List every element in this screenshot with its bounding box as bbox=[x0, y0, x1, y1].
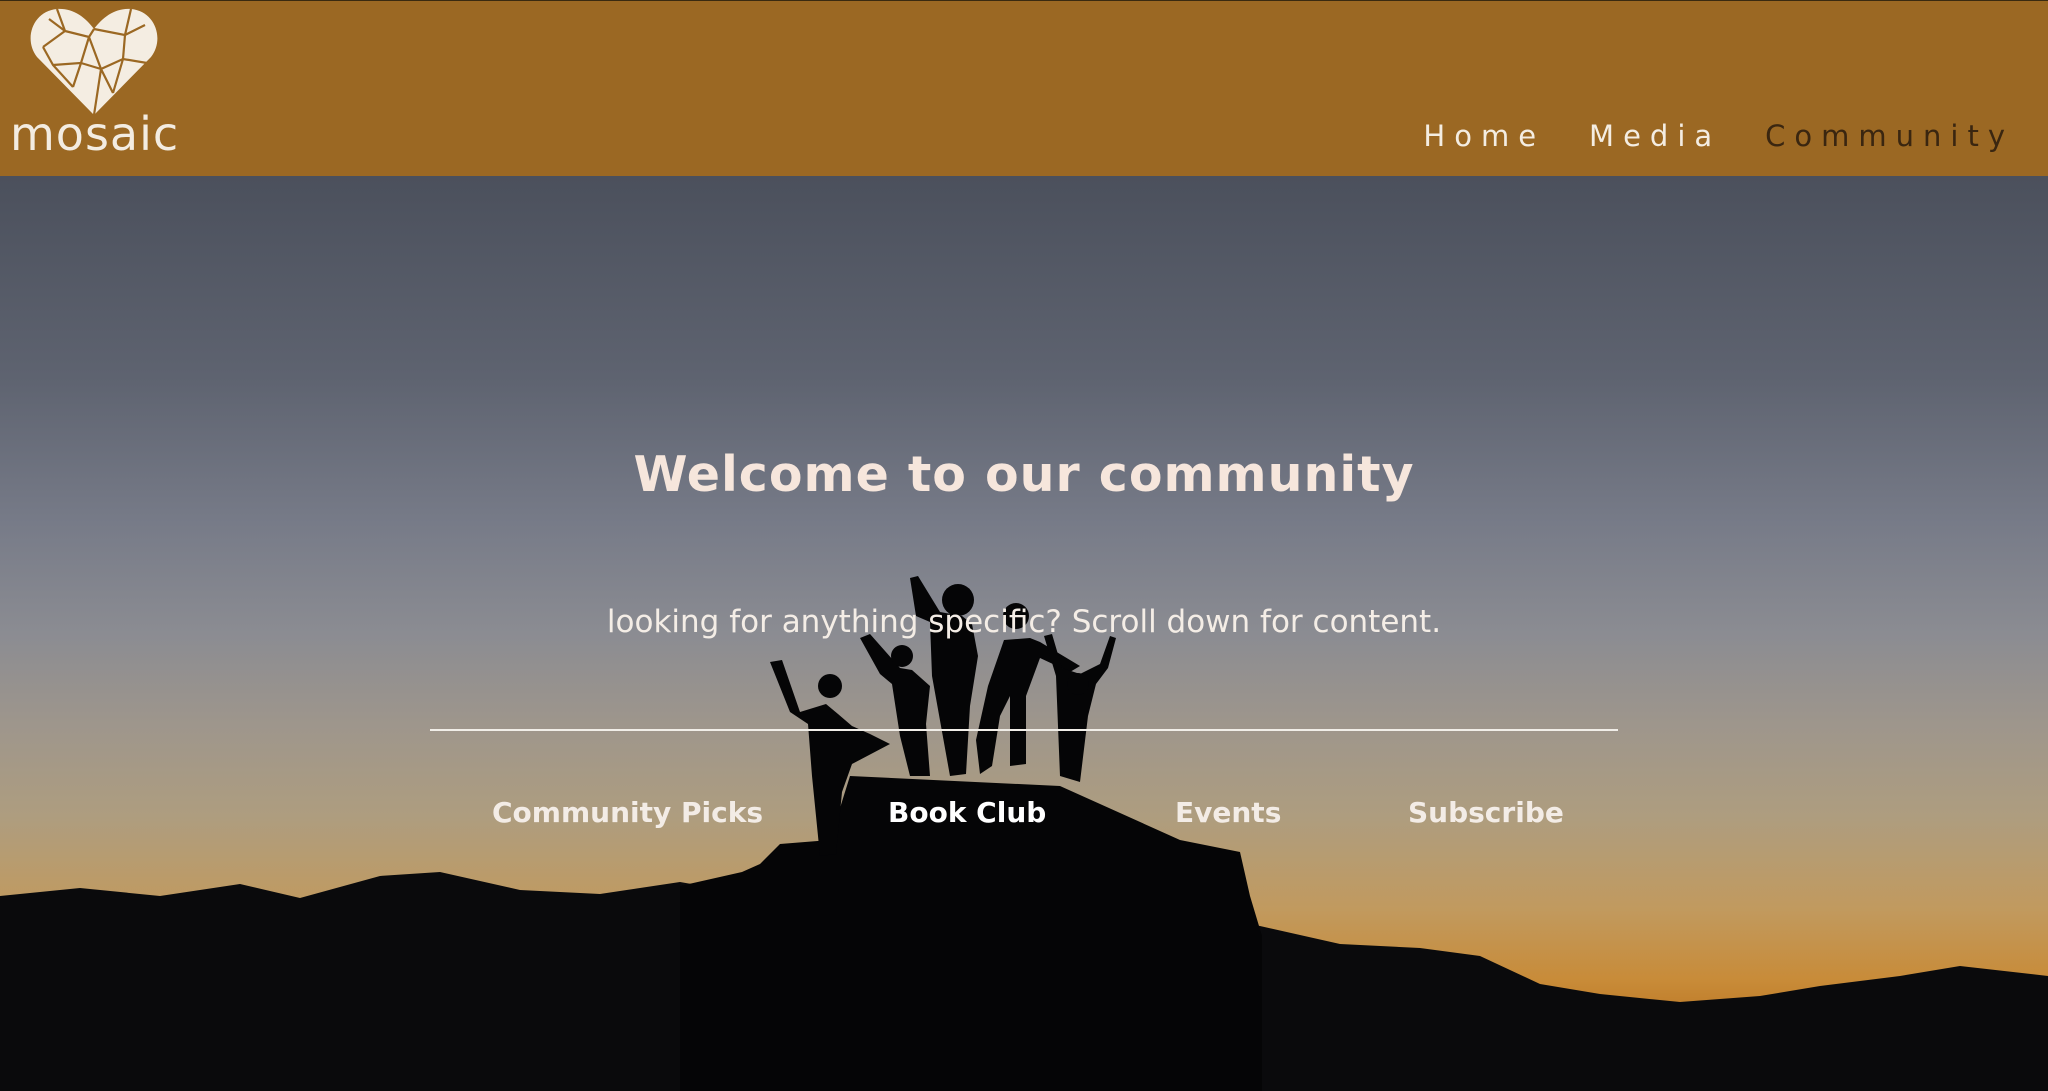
link-book-club[interactable]: Book Club bbox=[888, 796, 1046, 829]
hero-title: Welcome to our community bbox=[633, 446, 1415, 503]
divider bbox=[430, 729, 1618, 731]
link-events[interactable]: Events bbox=[1175, 796, 1281, 829]
nav-home[interactable]: Home bbox=[1423, 119, 1545, 153]
mosaic-heart-icon bbox=[30, 8, 158, 116]
site-header: mosaic Home Media Community bbox=[0, 0, 2048, 176]
hero-links: Community Picks Book Club Events Subscri… bbox=[0, 796, 2048, 836]
nav-community[interactable]: Community bbox=[1765, 119, 2014, 153]
link-subscribe[interactable]: Subscribe bbox=[1408, 796, 1564, 829]
hero-subtitle: looking for anything specific? Scroll do… bbox=[606, 604, 1442, 640]
hero-section: Welcome to our community looking for any… bbox=[0, 176, 2048, 1091]
nav-media[interactable]: Media bbox=[1589, 119, 1721, 153]
logo[interactable]: mosaic bbox=[6, 7, 186, 161]
main-nav: Home Media Community bbox=[1423, 119, 2014, 153]
logo-text: mosaic bbox=[10, 107, 180, 161]
link-community-picks[interactable]: Community Picks bbox=[492, 796, 763, 829]
